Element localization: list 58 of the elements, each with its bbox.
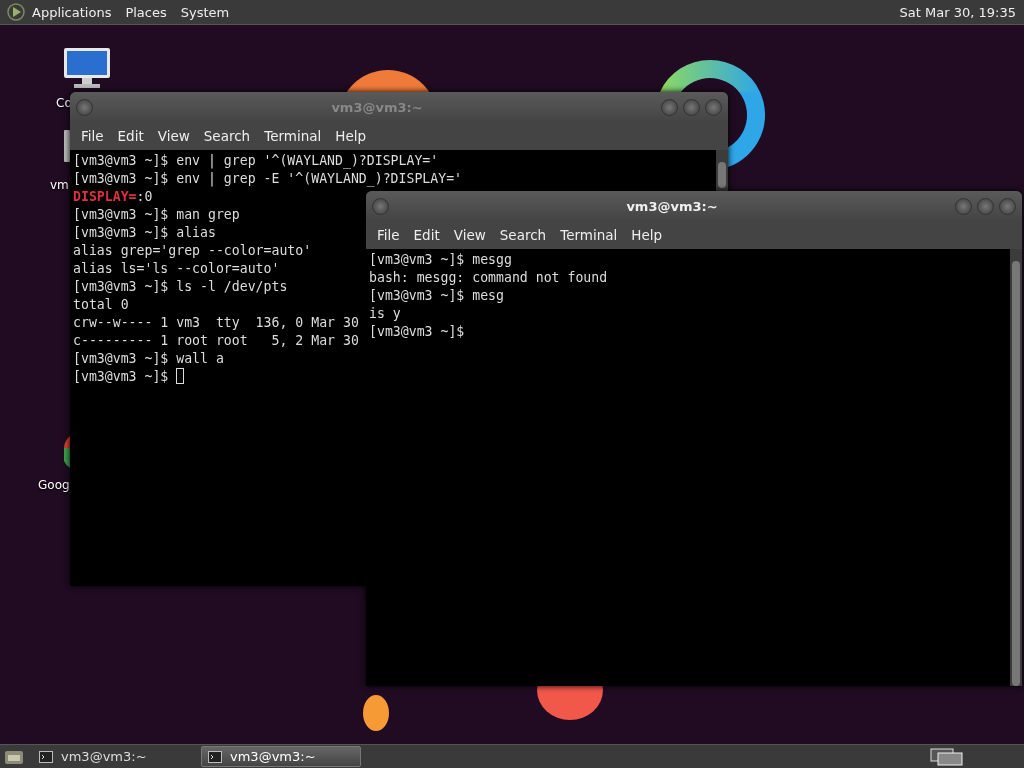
terminal-line: [vm3@vm3 ~]$ xyxy=(369,324,465,339)
menu-item[interactable]: Help xyxy=(624,225,670,245)
terminal-line: c--------- 1 root root 5, 2 Mar 30 xyxy=(73,333,359,348)
menu-item[interactable]: Terminal xyxy=(257,126,329,146)
menu-item[interactable]: View xyxy=(446,225,493,245)
scroll-thumb[interactable] xyxy=(718,162,726,188)
terminal-line: [vm3@vm3 ~]$ alias xyxy=(73,225,216,240)
terminal-icon xyxy=(39,750,53,763)
terminal-line: [vm3@vm3 ~]$ wall a xyxy=(73,351,224,366)
terminal-line: [vm3@vm3 ~]$ man grep xyxy=(73,207,240,222)
terminal-line: [vm3@vm3 ~]$ mesgg xyxy=(369,252,512,267)
terminal-line: alias grep='grep --color=auto' xyxy=(73,243,312,258)
terminal-line: DISPLAY=:0 xyxy=(73,189,153,204)
window-title: vm3@vm3:~ xyxy=(625,198,719,214)
scroll-thumb[interactable] xyxy=(1012,261,1020,686)
workspace-switcher-icon[interactable] xyxy=(930,747,964,766)
terminal-line: alias ls='ls --color=auto' xyxy=(73,261,280,276)
minimize-button[interactable] xyxy=(661,98,678,116)
terminal-line: bash: mesgg: command not found xyxy=(369,270,608,285)
menu-item[interactable]: File xyxy=(370,225,407,245)
computer-icon[interactable] xyxy=(62,46,112,90)
window-title: vm3@vm3:~ xyxy=(330,99,424,115)
panel-menu[interactable]: System xyxy=(180,4,230,20)
terminal-line: total 0 xyxy=(73,297,129,312)
terminal-line: is y xyxy=(369,306,401,321)
icon-label[interactable]: Goog xyxy=(38,478,70,492)
minimize-button[interactable] xyxy=(955,197,972,215)
window-menu-button[interactable] xyxy=(372,197,389,215)
maximize-button[interactable] xyxy=(977,197,994,215)
window-menu-button[interactable] xyxy=(76,98,93,116)
menu-item[interactable]: Terminal xyxy=(553,225,625,245)
maximize-button[interactable] xyxy=(683,98,700,116)
menu-item[interactable]: Edit xyxy=(110,126,151,146)
menu-item[interactable]: View xyxy=(150,126,197,146)
menu-item[interactable]: Search xyxy=(196,126,258,146)
icon-label[interactable]: vm xyxy=(50,178,69,192)
task-button[interactable]: vm3@vm3:~ xyxy=(33,746,193,767)
menu-item[interactable]: Edit xyxy=(406,225,447,245)
menu-item[interactable]: Help xyxy=(328,126,374,146)
panel-menu[interactable]: Applications xyxy=(32,4,112,20)
terminal-line: [vm3@vm3 ~]$ mesg xyxy=(369,288,504,303)
terminal-icon xyxy=(208,750,222,763)
close-button[interactable] xyxy=(705,98,722,116)
terminal-line: [vm3@vm3 ~]$ xyxy=(73,369,185,384)
menu-item[interactable]: Search xyxy=(492,225,554,245)
oval-drawing xyxy=(363,695,389,731)
browser-icon[interactable] xyxy=(64,436,70,468)
terminal-line: [vm3@vm3 ~]$ env | grep -E '^(WAYLAND_)?DISPLAY=' xyxy=(73,171,463,186)
close-button[interactable] xyxy=(999,197,1016,215)
terminal-line: [vm3@vm3 ~]$ env | grep '^(WAYLAND_)?DISPLAY=' xyxy=(73,153,439,168)
app-menu-icon[interactable] xyxy=(6,2,26,22)
folder-icon[interactable] xyxy=(64,130,70,162)
menu-item[interactable]: File xyxy=(74,126,111,146)
task-button[interactable]: vm3@vm3:~ xyxy=(201,746,361,767)
panel-menu[interactable]: Places xyxy=(125,4,167,20)
terminal-line: [vm3@vm3 ~]$ ls -l /dev/pts xyxy=(73,279,288,294)
terminal-line: crw--w---- 1 vm3 tty 136, 0 Mar 30 xyxy=(73,315,359,330)
clock[interactable]: Sat Mar 30, 19:35 xyxy=(899,4,1016,20)
